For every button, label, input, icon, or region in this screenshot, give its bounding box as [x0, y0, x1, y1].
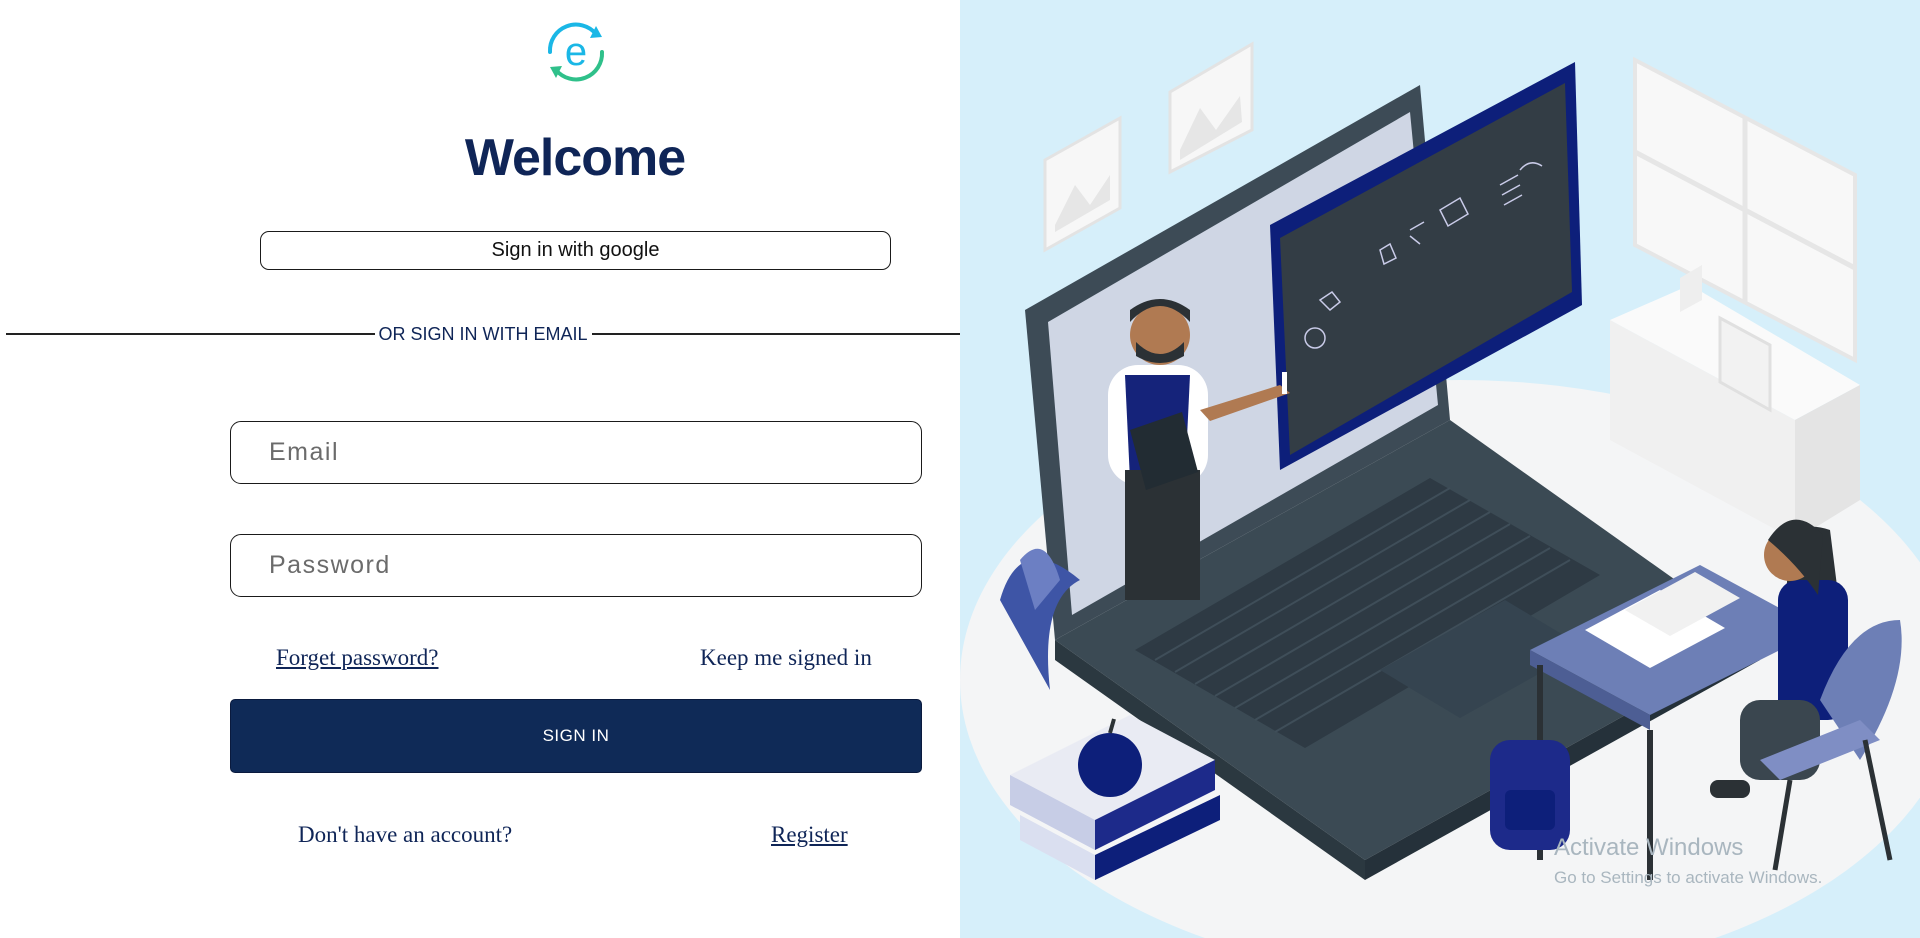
forget-password-link[interactable]: Forget password? [276, 645, 438, 671]
divider-line-left [6, 333, 375, 335]
online-class-teacher-laptop-illustration [960, 41, 1920, 938]
no-account-text: Don't have an account? [298, 822, 513, 847]
divider-line-right [591, 333, 961, 335]
email-divider: OR SIGN IN WITH EMAIL [6, 322, 961, 346]
sign-in-with-google-button[interactable]: Sign in with google [260, 231, 891, 270]
sign-in-button[interactable]: SIGN IN [230, 699, 922, 773]
password-input[interactable] [230, 534, 922, 597]
email-input[interactable] [230, 421, 922, 484]
activate-windows-subtitle: Go to Settings to activate Windows. [1554, 868, 1823, 887]
keep-signed-in-label[interactable]: Keep me signed in [700, 645, 872, 671]
activate-windows-title: Activate Windows [1554, 834, 1744, 861]
illustration-panel [960, 0, 1920, 938]
login-panel: e Welcome Sign in with google OR SIGN IN… [0, 0, 961, 938]
register-link[interactable]: Register [771, 822, 848, 848]
svg-text:e: e [565, 30, 587, 74]
e-refresh-logo-icon: e [547, 22, 605, 82]
divider-label: OR SIGN IN WITH EMAIL [378, 323, 588, 344]
